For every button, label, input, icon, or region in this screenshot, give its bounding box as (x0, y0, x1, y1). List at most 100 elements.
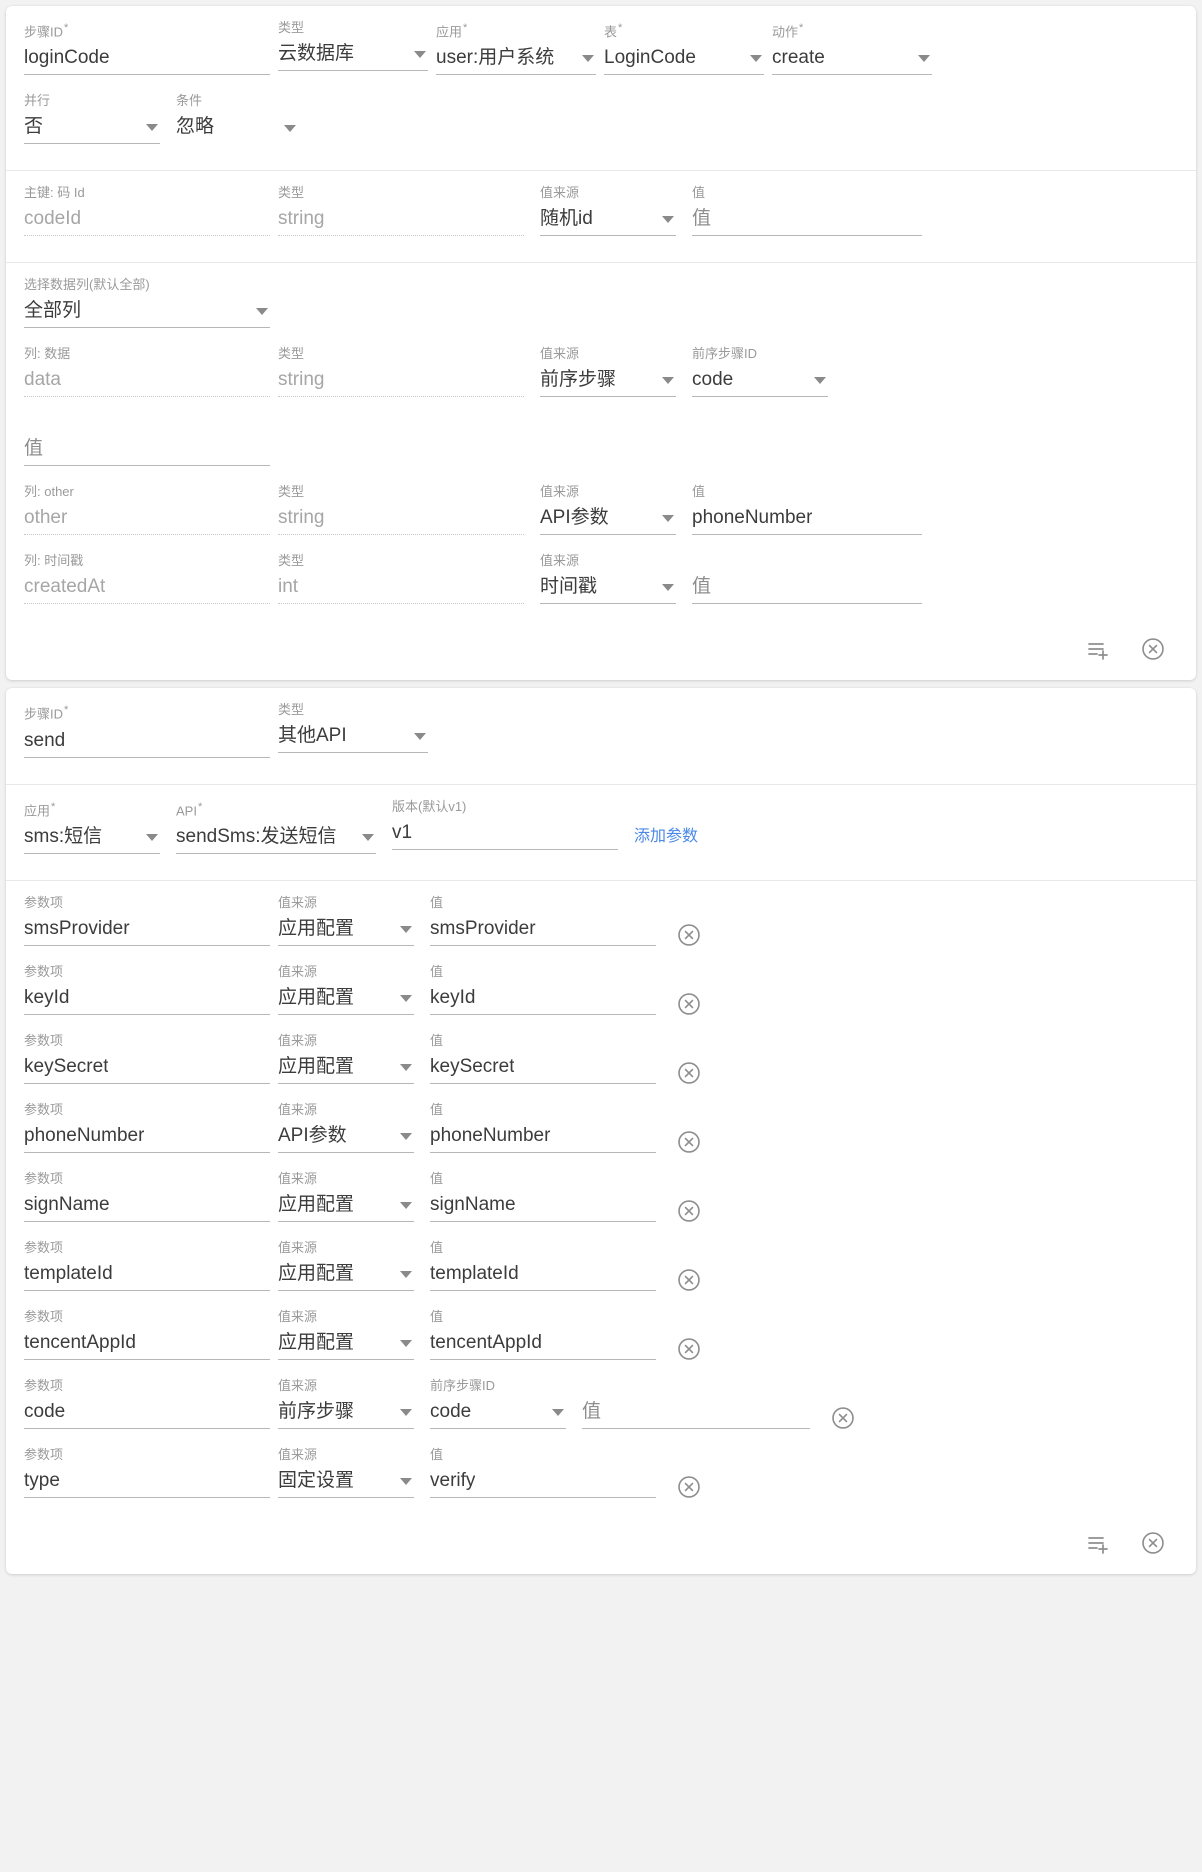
close-circle-icon[interactable] (672, 1056, 706, 1090)
field-param-name: 参数项 templateId (24, 1240, 270, 1307)
field-param-source: 值来源 应用配置 (278, 1171, 414, 1238)
close-circle-icon[interactable] (672, 1332, 706, 1366)
field-step-id: 步骤ID* loginCode (24, 20, 270, 91)
input-step-id[interactable]: loginCode (24, 45, 270, 76)
input-param-name[interactable]: keyId (24, 985, 270, 1015)
input-param-value[interactable]: templateId (430, 1261, 656, 1291)
close-circle-icon[interactable] (672, 1263, 706, 1297)
close-circle-icon[interactable] (1136, 1526, 1170, 1560)
close-circle-icon[interactable] (672, 1470, 706, 1504)
input-column-other-name: other (24, 505, 270, 536)
select-primary-key-source[interactable]: 随机id (540, 206, 676, 237)
select-table[interactable]: LoginCode (604, 45, 764, 76)
input-param-value[interactable]: keySecret (430, 1054, 656, 1084)
field-step2-type: 类型 其他API (278, 702, 428, 769)
select-parallel[interactable]: 否 (24, 114, 160, 145)
chevron-down-icon (814, 377, 826, 385)
input-param-name[interactable]: templateId (24, 1261, 270, 1291)
input-param-value[interactable]: tencentAppId (430, 1330, 656, 1360)
chevron-down-icon (146, 833, 158, 841)
field-table: 表* LoginCode (604, 20, 764, 91)
select-param-prevstep[interactable]: code (430, 1399, 566, 1429)
value-param-value: phoneNumber (430, 1124, 551, 1146)
input-column-other-value[interactable]: phoneNumber (692, 505, 922, 536)
select-param-source[interactable]: 应用配置 (278, 1054, 414, 1084)
value-column-data-type: string (278, 369, 325, 391)
select-param-source[interactable]: 应用配置 (278, 916, 414, 946)
select-step2-type[interactable]: 其他API (278, 723, 428, 754)
select-column-data-prevstep[interactable]: code (692, 367, 828, 398)
select-step2-api[interactable]: sendSms:发送短信 (176, 824, 376, 854)
input-param-name[interactable]: type (24, 1468, 270, 1498)
input-param-value[interactable]: 值 (582, 1399, 810, 1429)
input-param-name[interactable]: tencentAppId (24, 1330, 270, 1360)
select-type[interactable]: 云数据库 (278, 41, 428, 71)
step2-card-actions (6, 1524, 1196, 1574)
input-param-value[interactable]: keyId (430, 985, 656, 1015)
select-param-source[interactable]: 前序步骤 (278, 1399, 414, 1429)
select-column-createdat-source[interactable]: 时间戳 (540, 574, 676, 605)
label-column-createdat: 列: 时间戳 (24, 553, 84, 569)
select-column-data-source[interactable]: 前序步骤 (540, 367, 676, 398)
field-param-source: 值来源 API参数 (278, 1102, 414, 1169)
select-app[interactable]: user:用户系统 (436, 45, 596, 76)
input-step2-version[interactable]: v1 (392, 820, 618, 850)
select-action[interactable]: create (772, 45, 932, 76)
close-circle-icon[interactable] (826, 1401, 860, 1435)
field-param-source: 值来源 应用配置 (278, 964, 414, 1031)
input-param-name[interactable]: code (24, 1399, 270, 1429)
input-param-value[interactable]: signName (430, 1192, 656, 1222)
select-param-source[interactable]: API参数 (278, 1123, 414, 1153)
label-param-source: 值来源 (278, 1446, 318, 1462)
select-param-source[interactable]: 固定设置 (278, 1468, 414, 1498)
input-param-name[interactable]: keySecret (24, 1054, 270, 1084)
input-primary-key-value[interactable]: 值 (692, 206, 922, 237)
input-param-name[interactable]: phoneNumber (24, 1123, 270, 1153)
close-circle-icon[interactable] (672, 918, 706, 952)
label-param-value: 值 (430, 1446, 444, 1462)
value-param-name: smsProvider (24, 917, 130, 939)
input-column-data-value[interactable]: 值 (24, 436, 270, 467)
close-circle-icon[interactable] (672, 1194, 706, 1228)
label-param-value: 值 (430, 1308, 444, 1324)
select-param-source[interactable]: 应用配置 (278, 1330, 414, 1360)
select-param-source[interactable]: 应用配置 (278, 1192, 414, 1222)
label-column-other-source: 值来源 (540, 484, 580, 500)
select-columns-dropdown[interactable]: 全部列 (24, 298, 270, 329)
chevron-down-icon (662, 515, 674, 523)
label-param-item: 参数项 (24, 1170, 64, 1186)
input-param-name[interactable]: signName (24, 1192, 270, 1222)
input-param-value[interactable]: smsProvider (430, 916, 656, 946)
select-step2-app[interactable]: sms:短信 (24, 824, 160, 854)
close-circle-icon[interactable] (672, 987, 706, 1021)
field-param-source: 值来源 前序步骤 (278, 1378, 414, 1445)
label-step2-id: 步骤ID* (24, 704, 69, 722)
input-param-name[interactable]: smsProvider (24, 916, 270, 946)
input-step2-id[interactable]: send (24, 728, 270, 758)
label-step2-app: 应用* (24, 800, 56, 818)
close-circle-icon[interactable] (672, 1125, 706, 1159)
select-param-source[interactable]: 应用配置 (278, 1261, 414, 1291)
value-param-source: 应用配置 (278, 986, 355, 1008)
add-param-link[interactable]: 添加参数 (634, 826, 698, 864)
label-condition: 条件 (176, 93, 203, 109)
field-param-name: 参数项 signName (24, 1171, 270, 1238)
input-param-value[interactable]: verify (430, 1468, 656, 1498)
label-column-createdat-type: 类型 (278, 553, 305, 569)
value-condition: 忽略 (176, 116, 215, 138)
input-param-value[interactable]: phoneNumber (430, 1123, 656, 1153)
input-column-createdat-value[interactable]: 值 (692, 574, 922, 605)
chevron-down-icon (400, 1063, 412, 1071)
close-circle-icon[interactable] (1136, 632, 1170, 666)
select-param-source[interactable]: 应用配置 (278, 985, 414, 1015)
label-primary-key-value: 值 (692, 185, 706, 201)
select-column-other-source[interactable]: API参数 (540, 505, 676, 536)
value-column-createdat-type: int (278, 576, 299, 598)
label-step2-version: 版本(默认v1) (392, 798, 467, 814)
select-condition[interactable]: 忽略 (176, 114, 298, 144)
chevron-down-icon (400, 1132, 412, 1140)
playlist-add-icon[interactable] (1082, 632, 1116, 666)
value-param-prevstep: code (430, 1400, 472, 1422)
placeholder-column-data-value: 值 (24, 438, 44, 460)
playlist-add-icon[interactable] (1082, 1526, 1116, 1560)
